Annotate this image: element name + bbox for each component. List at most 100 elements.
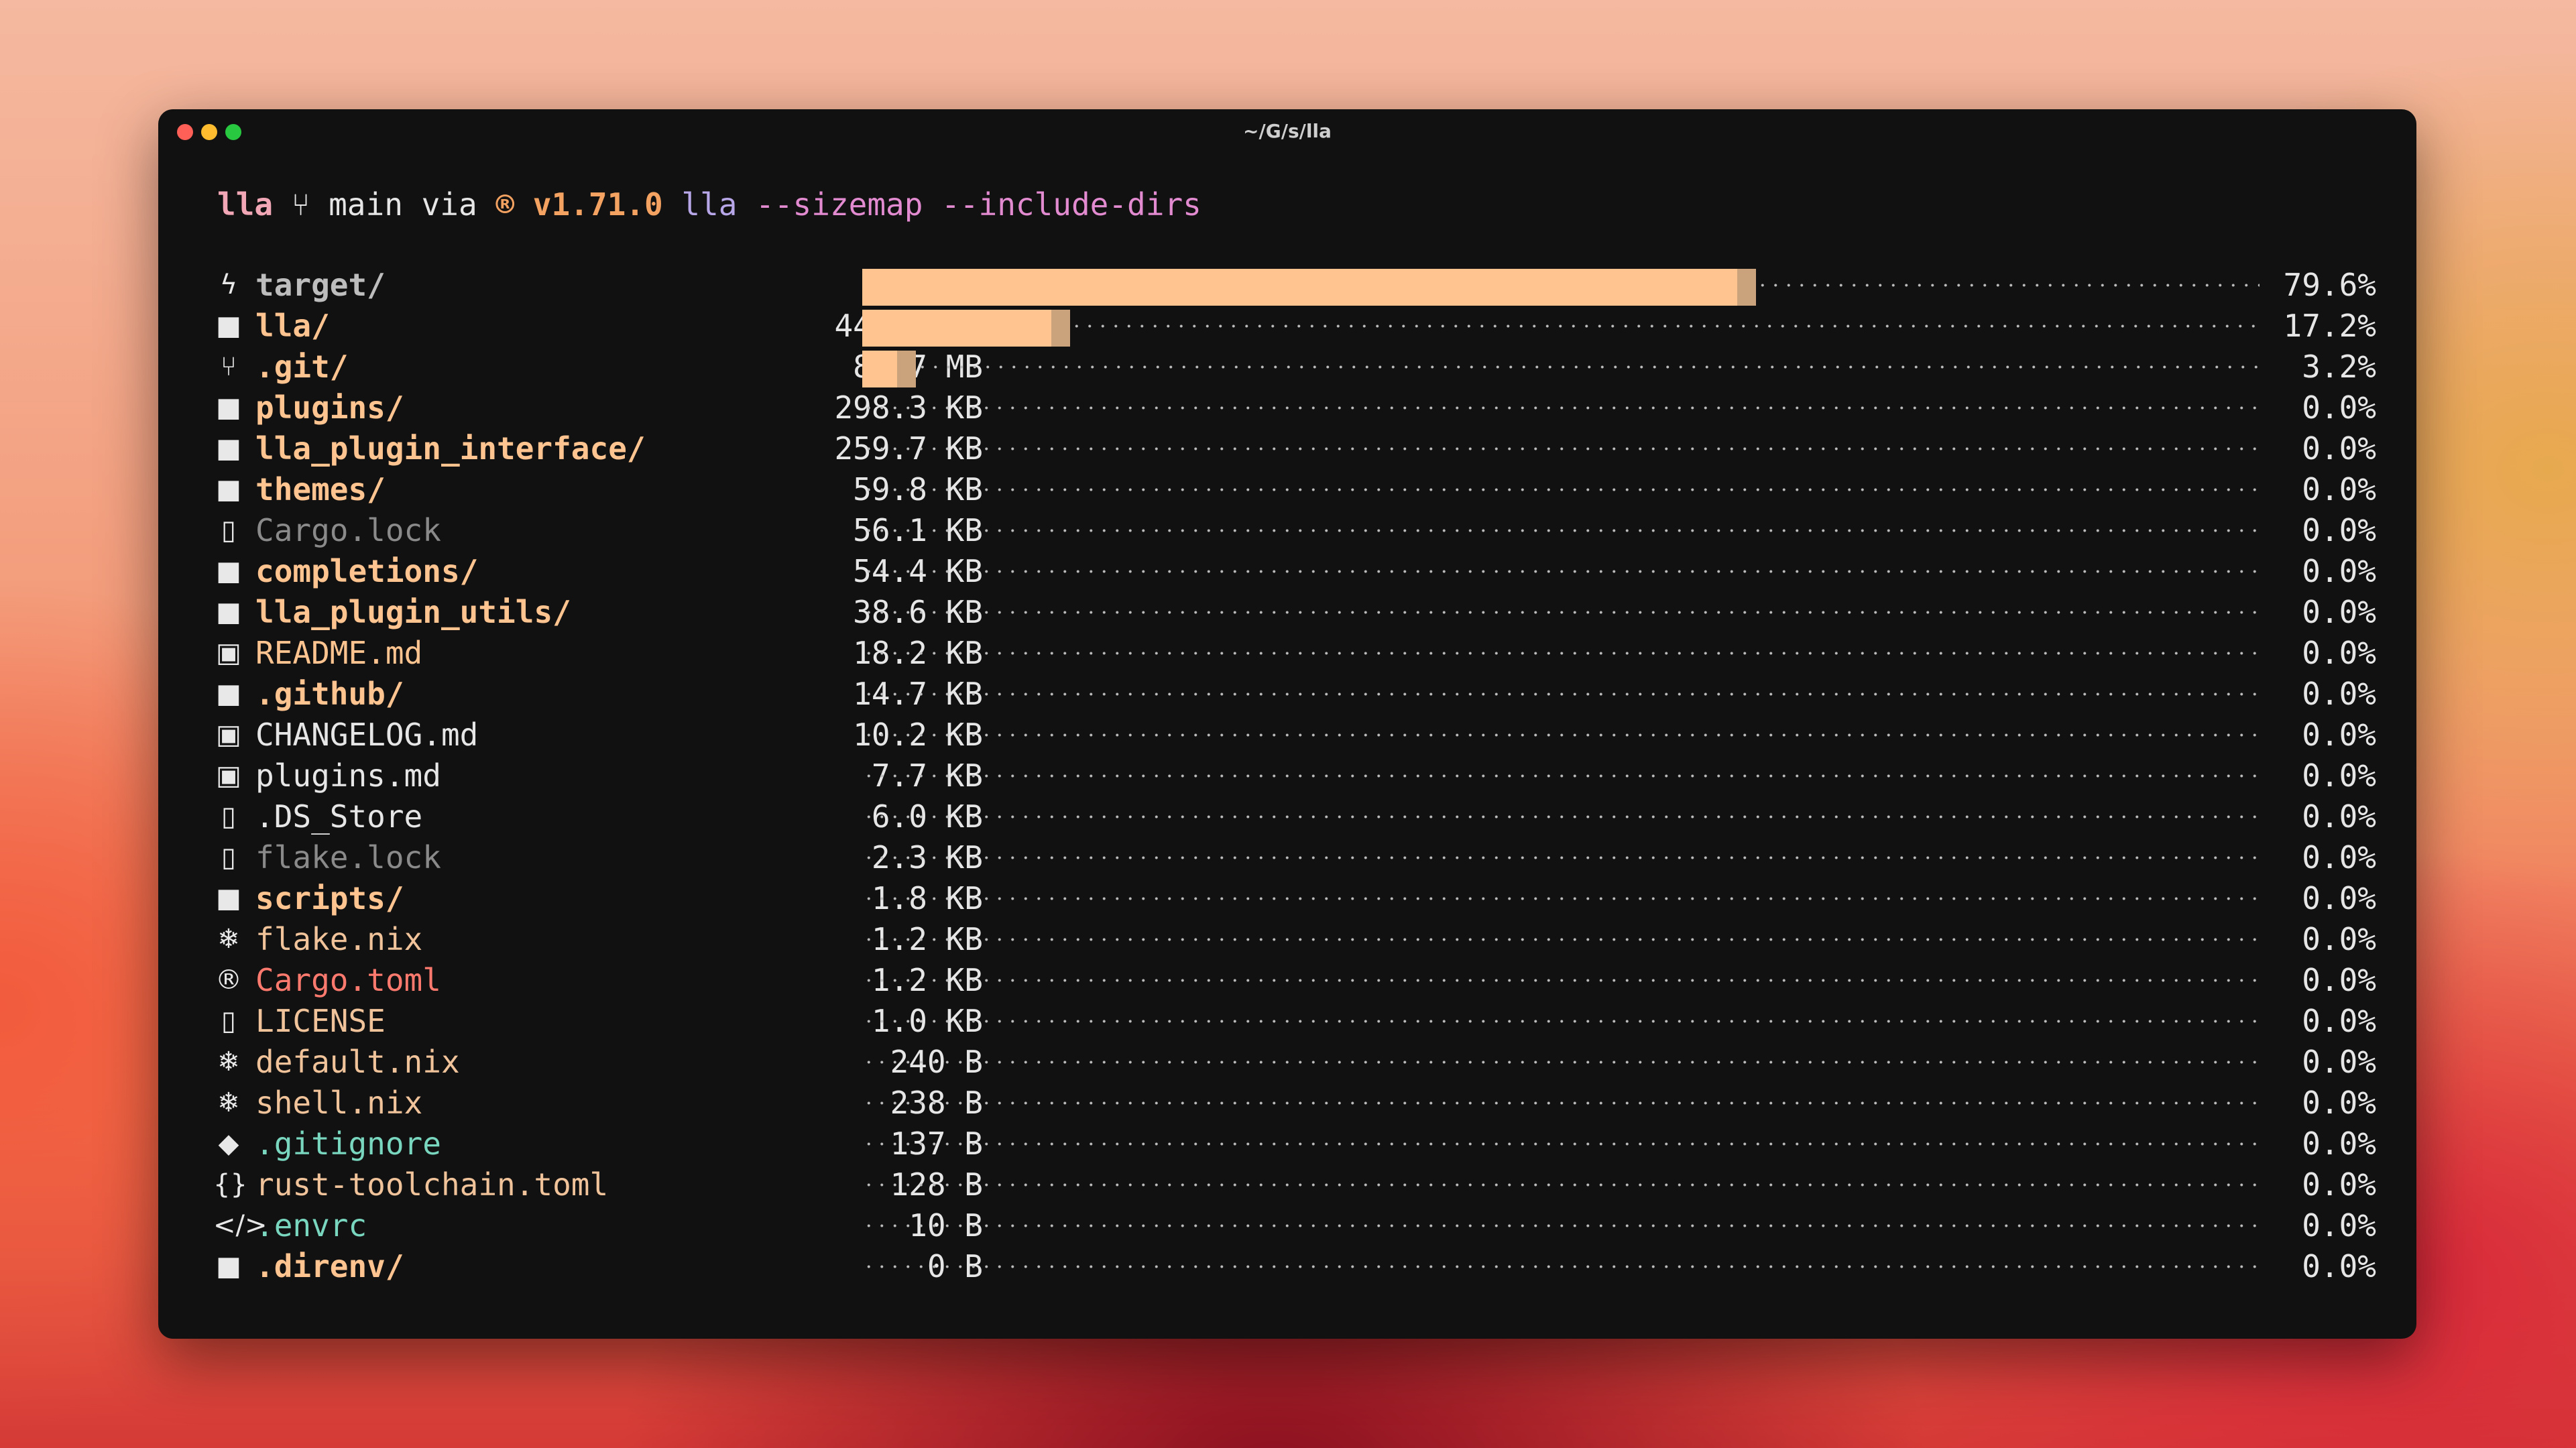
size-percent: 0.0% — [2302, 553, 2376, 589]
size-percent: 0.0% — [2302, 962, 2376, 998]
file-icon: ▯ — [221, 842, 236, 873]
size-track — [862, 428, 2260, 469]
size-track — [862, 1083, 2260, 1124]
sizemap-row: ▯ Cargo.lock 56.1 KB 0.0% — [158, 510, 2416, 551]
size-percent: 0.0% — [2302, 594, 2376, 630]
size-bar-edge — [1051, 310, 1070, 347]
nix-snowflake-icon: ❄ — [217, 1046, 240, 1077]
size-track — [862, 633, 2260, 674]
size-percent: 0.0% — [2302, 471, 2376, 507]
bolt-icon: ϟ — [219, 269, 238, 300]
size-bar — [862, 269, 1737, 306]
size-track — [862, 387, 2260, 428]
file-name: README.md — [255, 635, 423, 671]
sizemap-list: ϟtarget/2.0 GB79.6%■lla/445.3 MB17.2%⑂.g… — [158, 265, 2416, 1287]
rust-icon: ® — [495, 186, 515, 223]
size-percent: 0.0% — [2302, 1166, 2376, 1203]
folder-icon: ■ — [216, 474, 241, 505]
size-bar-edge — [897, 351, 916, 387]
size-percent: 0.0% — [2302, 430, 2376, 467]
file-icon: ▯ — [221, 1006, 236, 1036]
sizemap-row: ■ lla_plugin_utils/38.6 KB 0.0% — [158, 592, 2416, 633]
size-percent: 0.0% — [2302, 1085, 2376, 1121]
size-percent: 0.0% — [2302, 676, 2376, 712]
sizemap-row: {} rust-toolchain.toml 128 B 0.0% — [158, 1164, 2416, 1205]
file-name: flake.lock — [255, 839, 441, 876]
sizemap-row: ■ themes/59.8 KB 0.0% — [158, 469, 2416, 510]
file-name: shell.nix — [255, 1085, 423, 1121]
size-track — [862, 469, 2260, 510]
sizemap-row: ◆ .gitignore 137 B 0.0% — [158, 1124, 2416, 1164]
terminal-window: ~/G/s/lla lla ⑂ main via ® v1.71.0 lla -… — [158, 109, 2416, 1339]
folder-icon: ■ — [216, 433, 241, 464]
size-percent: 0.0% — [2302, 717, 2376, 753]
folder-icon: ■ — [216, 678, 241, 709]
file-name: themes/ — [255, 471, 386, 507]
prompt-via: via — [421, 186, 477, 223]
git-branch-icon: ⑂ — [221, 351, 237, 382]
file-name: .DS_Store — [255, 798, 423, 835]
size-percent: 0.0% — [2302, 635, 2376, 671]
folder-icon: ■ — [216, 556, 241, 587]
size-percent: 0.0% — [2302, 1003, 2376, 1039]
file-name: CHANGELOG.md — [255, 717, 479, 753]
size-percent: 0.0% — [2302, 1207, 2376, 1244]
size-bar — [862, 351, 897, 387]
sizemap-row: ⑂ .git/83.7 MB 3.2% — [158, 347, 2416, 387]
file-name: rust-toolchain.toml — [255, 1166, 609, 1203]
window-title: ~/G/s/lla — [1243, 120, 1332, 142]
size-bar-edge — [1737, 269, 1756, 306]
sizemap-row: ❄ default.nix 240 B 0.0% — [158, 1042, 2416, 1083]
size-percent: 0.0% — [2302, 1126, 2376, 1162]
size-percent: 17.2% — [2283, 308, 2376, 344]
file-name: default.nix — [255, 1044, 460, 1080]
size-track — [862, 837, 2260, 878]
file-name: lla/ — [255, 308, 330, 344]
size-track — [862, 1246, 2260, 1287]
file-icon: ▯ — [221, 801, 236, 832]
folder-icon: ■ — [216, 392, 241, 423]
git-diamond-icon: ◆ — [218, 1128, 239, 1159]
sizemap-row: ▣ plugins.md 7.7 KB 0.0% — [158, 756, 2416, 796]
folder-icon: ■ — [216, 310, 241, 341]
nix-snowflake-icon: ❄ — [217, 924, 240, 955]
size-track — [862, 960, 2260, 1001]
size-percent: 0.0% — [2302, 839, 2376, 876]
size-track — [862, 1042, 2260, 1083]
folder-icon: ■ — [216, 1251, 241, 1282]
sizemap-row: ▣ README.md 18.2 KB 0.0% — [158, 633, 2416, 674]
size-percent: 0.0% — [2302, 880, 2376, 916]
file-name: lla_plugin_interface/ — [255, 430, 646, 467]
file-icon: ▯ — [221, 515, 236, 546]
braces-icon: {} — [213, 1169, 247, 1200]
sizemap-row: ® Cargo.toml 1.2 KB 0.0% — [158, 960, 2416, 1001]
file-name: plugins.md — [255, 758, 441, 794]
file-name: LICENSE — [255, 1003, 386, 1039]
sizemap-row: ■ completions/54.4 KB 0.0% — [158, 551, 2416, 592]
file-name: .envrc — [255, 1207, 367, 1244]
shell-prompt: lla ⑂ main via ® v1.71.0 lla --sizemap -… — [217, 184, 1202, 225]
code-icon: </> — [213, 1210, 268, 1241]
sizemap-row: ❄ flake.nix 1.2 KB 0.0% — [158, 919, 2416, 960]
sizemap-row: ■ lla_plugin_interface/259.7 KB 0.0% — [158, 428, 2416, 469]
size-percent: 3.2% — [2302, 349, 2376, 385]
file-name: Cargo.toml — [255, 962, 441, 998]
size-percent: 0.0% — [2302, 389, 2376, 426]
prompt-branch: main — [329, 186, 403, 223]
file-name: .direnv/ — [255, 1248, 404, 1284]
sizemap-row: ■ .direnv/0 B 0.0% — [158, 1246, 2416, 1287]
rust-icon: ® — [215, 965, 242, 996]
sizemap-row: ▯ flake.lock 2.3 KB 0.0% — [158, 837, 2416, 878]
file-name: scripts/ — [255, 880, 404, 916]
git-branch-icon: ⑂ — [291, 186, 310, 223]
size-track — [862, 756, 2260, 796]
size-track — [862, 715, 2260, 756]
file-name: .git/ — [255, 349, 349, 385]
file-name: completions/ — [255, 553, 479, 589]
file-name: target/ — [255, 267, 386, 303]
folder-icon: ■ — [216, 597, 241, 627]
sizemap-row: ▣ CHANGELOG.md 10.2 KB 0.0% — [158, 715, 2416, 756]
file-name: .github/ — [255, 676, 404, 712]
prompt-command: lla — [681, 186, 738, 223]
markdown-icon: ▣ — [216, 638, 241, 668]
